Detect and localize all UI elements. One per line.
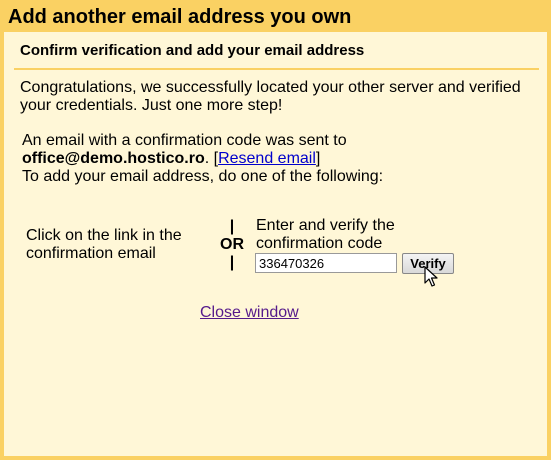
congrats-line-1: Congratulations, we successfully located… [20,79,521,96]
resend-email-link[interactable]: Resend email [218,150,316,167]
option-code-line-2: confirmation code [256,235,383,252]
email-line: office@demo.hostico.ro. [Resend email] [22,150,320,168]
or-bar-top: | [229,218,235,235]
close-window-line: Close window [200,304,299,322]
resend-close-bracket: ] [315,150,321,167]
instruction-line: To add your email address, do one of the… [22,168,384,185]
close-window-link[interactable]: Close window [200,304,299,321]
email-dialog: Add another email address you own Confir… [0,0,551,460]
or-separator: | OR | [218,218,246,272]
confirmation-code-input[interactable] [255,253,397,273]
option-link-line-2: confirmation email [26,245,156,262]
email-address: office@demo.hostico.ro [22,150,205,167]
option-code-line-1: Enter and verify the [256,217,395,234]
option-link-line-1: Click on the link in the [26,227,182,244]
or-bar-bottom: | [229,254,235,271]
dialog-subtitle: Confirm verification and add your email … [20,42,365,59]
congrats-line-2: your credentials. Just one more step! [20,97,283,114]
sent-line: An email with a confirmation code was se… [22,132,347,149]
dialog-title: Add another email address you own [8,6,352,28]
email-suffix: . [ [204,150,219,167]
dialog-panel: Confirm verification and add your email … [4,32,547,456]
arrow-cursor-icon [424,266,438,287]
divider [14,68,539,70]
or-label: OR [220,236,244,253]
